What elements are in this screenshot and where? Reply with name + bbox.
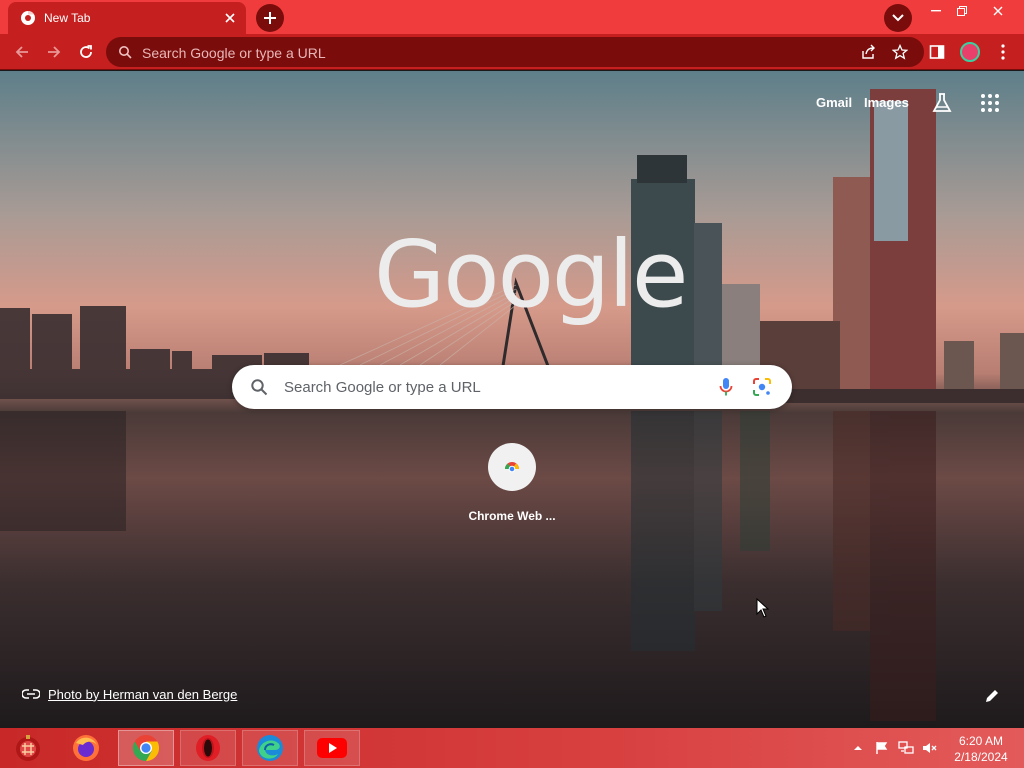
- chrome-web-store-icon: [503, 462, 521, 476]
- clock-time: 6:20 AM: [958, 734, 1004, 748]
- taskbar-firefox[interactable]: [58, 730, 114, 766]
- firefox-icon: [73, 735, 99, 761]
- youtube-icon: [317, 738, 347, 758]
- tab-close-button[interactable]: [220, 8, 240, 28]
- taskbar-clock[interactable]: 6:20 AM 2/18/2024: [946, 733, 1016, 765]
- new-tab-page: Gmail Images Google Search Google or typ…: [0, 71, 1024, 728]
- link-icon: [22, 689, 40, 699]
- taskbar-opera[interactable]: [180, 730, 236, 766]
- taskbar-edge[interactable]: [242, 730, 298, 766]
- shortcut-label: Chrome Web ...: [468, 509, 556, 523]
- mouse-cursor-icon: [756, 598, 770, 618]
- customize-pencil-icon[interactable]: [982, 686, 1002, 706]
- tray-network[interactable]: [898, 740, 914, 756]
- google-apps-icon[interactable]: [980, 93, 1000, 113]
- clock-date: 2/18/2024: [954, 750, 1008, 764]
- start-button[interactable]: [0, 730, 56, 766]
- network-icon: [898, 741, 914, 754]
- browser-toolbar: Search Google or type a URL: [0, 34, 1024, 70]
- restore-button[interactable]: [946, 0, 978, 22]
- reload-icon: [80, 45, 92, 58]
- address-bar[interactable]: Search Google or type a URL: [106, 37, 924, 67]
- shortcut-icon-circle: [488, 443, 536, 491]
- tab-search-button[interactable]: [884, 4, 912, 32]
- bookmark-star-icon[interactable]: [892, 44, 908, 60]
- google-logo: Google: [374, 221, 688, 328]
- profile-avatar[interactable]: [960, 42, 980, 62]
- arrow-right-icon: [48, 46, 61, 58]
- search-placeholder: Search Google or type a URL: [284, 379, 481, 396]
- forward-button[interactable]: [41, 39, 67, 65]
- taskbar-chrome[interactable]: [118, 730, 174, 766]
- start-orb-icon: [16, 735, 40, 761]
- side-panel-button[interactable]: [928, 43, 946, 61]
- plus-icon: [264, 12, 276, 24]
- arrow-left-icon: [15, 46, 28, 58]
- tab-title: New Tab: [44, 11, 91, 25]
- chevron-down-icon: [892, 14, 904, 22]
- back-button[interactable]: [9, 39, 35, 65]
- images-link[interactable]: Images: [864, 95, 909, 110]
- minimize-icon: [931, 10, 941, 12]
- google-lens-icon[interactable]: [752, 377, 772, 397]
- photo-credit-text: Photo by Herman van den Berge: [48, 686, 238, 702]
- tray-volume[interactable]: [922, 740, 938, 756]
- search-box[interactable]: Search Google or type a URL: [232, 365, 792, 409]
- microphone-icon[interactable]: [718, 377, 734, 397]
- tab-new-tab[interactable]: New Tab: [8, 2, 246, 34]
- chrome-icon: [132, 734, 160, 762]
- edge-icon: [257, 735, 283, 761]
- share-icon[interactable]: [860, 44, 876, 60]
- menu-button[interactable]: [994, 43, 1012, 61]
- chevron-up-icon: [854, 746, 862, 750]
- side-panel-icon: [929, 45, 945, 59]
- close-window-button[interactable]: [982, 0, 1014, 22]
- opera-icon: [196, 735, 220, 761]
- taskbar: 6:20 AM 2/18/2024: [0, 728, 1024, 768]
- more-vert-icon: [1001, 44, 1005, 60]
- address-bar-placeholder: Search Google or type a URL: [142, 45, 326, 61]
- taskbar-youtube[interactable]: [304, 730, 360, 766]
- restore-icon: [957, 6, 967, 16]
- photo-credit-link[interactable]: Photo by Herman van den Berge: [22, 684, 237, 704]
- shortcut-tile[interactable]: Chrome Web ...: [464, 443, 560, 523]
- reload-button[interactable]: [73, 39, 99, 65]
- tray-overflow-button[interactable]: [850, 740, 866, 756]
- labs-flask-icon[interactable]: [930, 91, 954, 115]
- close-icon: [225, 13, 235, 23]
- gmail-link[interactable]: Gmail: [816, 95, 852, 110]
- chrome-icon: [21, 10, 35, 25]
- title-bar: New Tab: [0, 0, 1024, 34]
- search-icon: [251, 379, 268, 396]
- close-icon: [993, 6, 1003, 16]
- speaker-muted-icon: [923, 743, 937, 753]
- tray-action-center[interactable]: [874, 740, 890, 756]
- new-tab-button[interactable]: [256, 4, 284, 32]
- search-icon: [119, 46, 132, 59]
- flag-icon: [876, 742, 888, 754]
